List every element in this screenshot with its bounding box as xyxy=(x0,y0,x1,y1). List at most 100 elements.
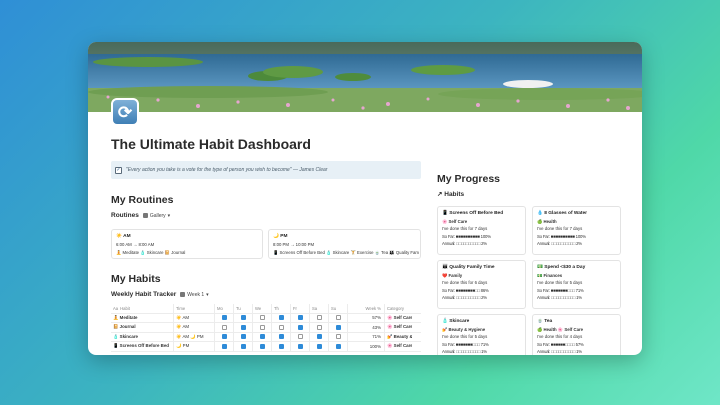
day-checkbox[interactable] xyxy=(316,324,322,330)
column-header-tu[interactable]: Tu xyxy=(234,304,253,313)
quote-text: "Every action you take is a vote for the… xyxy=(126,167,328,173)
day-checkbox[interactable] xyxy=(297,343,303,349)
category-cell[interactable]: 🌸 Self Care xyxy=(385,323,412,332)
routine-card-pm[interactable]: 🌙 PM 8:00 PM → 10:00 PM 📱 Screens Off Be… xyxy=(268,229,421,259)
day-checkbox[interactable] xyxy=(316,334,322,340)
day-checkbox[interactable] xyxy=(259,334,265,340)
table-row[interactable]: 📔 Journal ☀️ AM 43% 🌸 Self Care xyxy=(111,323,421,333)
so-far-progress: So Far: ■■■■■■■■■■ 100% xyxy=(537,233,586,239)
gallery-view-toggle[interactable]: Gallery ▾ xyxy=(142,213,170,219)
table-row[interactable]: 🧘 Meditate ☀️ AM 57% 🌸 Self Care xyxy=(111,313,421,323)
habit-name-cell[interactable]: 🧴 Skincare xyxy=(111,332,174,341)
day-cell xyxy=(329,313,348,322)
column-header-we[interactable]: We xyxy=(253,304,272,313)
column-header-time[interactable]: Time xyxy=(174,304,215,313)
day-cell xyxy=(291,342,310,351)
habit-progress-card[interactable]: 📱 Screens Off Before Bed 🌸 Self Care I've … xyxy=(437,206,526,255)
day-cell xyxy=(215,313,234,322)
category-cell[interactable]: 🌸 Self Care xyxy=(385,342,412,351)
annual-progress: Annual: □□□□□□□□□□ 1% xyxy=(442,349,487,355)
habit-category: 🍏 Health xyxy=(537,218,557,224)
time-cell[interactable]: ☀️ AM xyxy=(174,313,215,322)
week-view-toggle[interactable]: Week 1 ▾ xyxy=(180,291,209,298)
habit-progress-card[interactable]: 👪 Quality Family Time ❤️ Family I've done … xyxy=(437,260,526,309)
habit-progress-card[interactable]: 🍵 Tea 🍏 Health 🌸 Self Care I've done this … xyxy=(532,314,621,355)
day-checkbox[interactable] xyxy=(297,315,303,321)
column-header-sa[interactable]: Sa xyxy=(310,304,329,313)
category-cell[interactable]: 🌸 Self Care xyxy=(385,314,412,323)
habits-view-header: Weekly Habit Tracker Week 1 ▾ xyxy=(111,291,209,298)
time-cell[interactable]: ☀️ AM 🌙 PM xyxy=(174,332,215,341)
habit-category: 🌸 Self Care xyxy=(442,218,468,224)
day-cell xyxy=(234,332,253,341)
category-cell[interactable]: 💅 Beauty & H xyxy=(385,333,412,342)
day-cell xyxy=(234,313,253,322)
annual-progress: Annual: □□□□□□□□□□ 1% xyxy=(537,349,582,355)
so-far-progress: So Far: ■■■■■■■■□□ 86% xyxy=(442,287,489,293)
time-cell[interactable]: 🌙 PM xyxy=(174,342,215,351)
column-header-th[interactable]: Th xyxy=(272,304,291,313)
day-checkbox[interactable] xyxy=(221,324,227,330)
day-checkbox[interactable] xyxy=(278,343,284,349)
column-header-fr[interactable]: Fr xyxy=(291,304,310,313)
so-far-progress: So Far: ■■■■■■□□□□ 57% xyxy=(537,341,584,347)
day-cell xyxy=(310,323,329,332)
day-checkbox[interactable] xyxy=(278,334,284,340)
habit-name: 🍵 Tea xyxy=(537,319,553,324)
so-far-progress: So Far: ■■■■■■■■■■ 100% xyxy=(442,233,491,239)
week-percent-cell: 71% xyxy=(348,332,385,341)
habit-progress-card[interactable]: 🧴 Skincare 💅 Beauty & Hygiene I've done th… xyxy=(437,314,526,355)
table-row[interactable]: 📱 Screens Off Before Bed 🌙 PM 100% 🌸 Self C… xyxy=(111,342,421,352)
day-cell xyxy=(253,332,272,341)
table-icon xyxy=(180,292,186,297)
day-checkbox[interactable] xyxy=(221,334,227,340)
table-header-row: Aa Habit Time Mo Tu We Th Fr Sa Su Week %… xyxy=(111,304,421,314)
day-checkbox[interactable] xyxy=(240,315,246,321)
progress-heading: My Progress xyxy=(437,173,501,185)
day-checkbox[interactable] xyxy=(316,315,322,321)
column-header-category[interactable]: Category xyxy=(385,304,412,313)
day-checkbox[interactable] xyxy=(316,343,322,349)
progress-view-title[interactable]: ↗ Habits xyxy=(437,190,464,198)
day-checkbox[interactable] xyxy=(240,334,246,340)
day-checkbox[interactable] xyxy=(259,324,265,330)
day-checkbox[interactable] xyxy=(259,343,265,349)
table-row[interactable]: 🧴 Skincare☀️ AM 🌙 PM 71%💅 Beauty & H xyxy=(111,332,421,342)
day-checkbox[interactable] xyxy=(278,324,284,330)
routines-view-header: Routines Gallery ▾ xyxy=(111,212,170,219)
column-header-week[interactable]: Week % xyxy=(348,304,385,313)
day-checkbox[interactable] xyxy=(240,324,246,330)
day-checkbox[interactable] xyxy=(297,334,303,340)
day-checkbox[interactable] xyxy=(335,334,341,340)
day-checkbox[interactable] xyxy=(278,315,284,321)
habit-progress-card[interactable]: 💧 8 Glasses of Water 🍏 Health I've done th… xyxy=(532,206,621,255)
routine-card-am[interactable]: ☀️ AM 6:00 AM → 8:00 AM 🧘 Meditate 🧴 Ski… xyxy=(111,229,263,259)
column-header-habit[interactable]: Aa Habit xyxy=(111,304,174,313)
day-checkbox[interactable] xyxy=(335,315,341,321)
week-percent-cell: 43% xyxy=(348,323,385,332)
habit-name-cell[interactable]: 📔 Journal xyxy=(111,323,174,332)
habit-category: 💵 Finances xyxy=(537,272,563,278)
day-checkbox[interactable] xyxy=(297,324,303,330)
day-cell xyxy=(234,342,253,351)
habits-view-title: Weekly Habit Tracker xyxy=(111,291,177,298)
notion-page-window: ⟳ The Ultimate Habit Dashboard ✓ "Every … xyxy=(88,42,642,355)
day-checkbox[interactable] xyxy=(259,315,265,321)
column-header-mo[interactable]: Mo xyxy=(215,304,234,313)
chevron-down-icon: ▾ xyxy=(206,291,209,298)
annual-progress: Annual: □□□□□□□□□□ 1% xyxy=(537,295,582,301)
day-checkbox[interactable] xyxy=(335,324,341,330)
habit-name-cell[interactable]: 🧘 Meditate xyxy=(111,313,174,322)
habit-name: 📱 Screens Off Before Bed xyxy=(442,211,504,216)
days-done: I've done this for 6 days xyxy=(442,280,488,286)
habit-name-cell[interactable]: 📱 Screens Off Before Bed xyxy=(111,342,174,351)
annual-progress: Annual: □□□□□□□□□□ 2% xyxy=(442,295,487,301)
habit-category: ❤️ Family xyxy=(442,272,463,278)
time-cell[interactable]: ☀️ AM xyxy=(174,323,215,332)
column-header-su[interactable]: Su xyxy=(329,304,348,313)
day-checkbox[interactable] xyxy=(221,343,227,349)
habit-progress-card[interactable]: 💵 Spend <$30 a Day 💵 Finances I've done th… xyxy=(532,260,621,309)
day-checkbox[interactable] xyxy=(221,315,227,321)
day-checkbox[interactable] xyxy=(240,343,246,349)
day-checkbox[interactable] xyxy=(335,343,341,349)
